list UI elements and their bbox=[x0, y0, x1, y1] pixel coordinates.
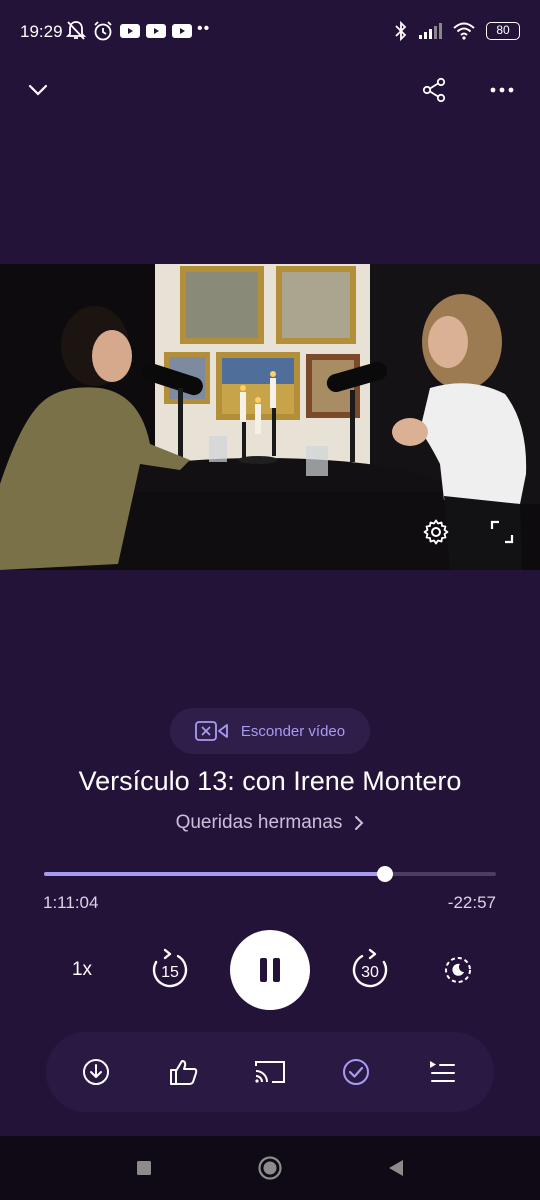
battery-indicator: 80 bbox=[486, 22, 520, 40]
progress-thumb[interactable] bbox=[377, 866, 394, 882]
wifi-icon bbox=[453, 22, 475, 40]
youtube-icon bbox=[146, 24, 166, 38]
recents-button[interactable] bbox=[128, 1152, 160, 1184]
more-horizontal-icon bbox=[490, 87, 514, 93]
cast-icon bbox=[255, 1061, 285, 1083]
speed-button[interactable]: 1x bbox=[56, 944, 108, 996]
hide-video-label: Esconder vídeo bbox=[240, 722, 346, 740]
playback-controls: 1x 15 30 bbox=[0, 928, 540, 1012]
back-button[interactable] bbox=[380, 1152, 412, 1184]
show-link[interactable]: Queridas hermanas bbox=[0, 812, 540, 834]
video-off-icon bbox=[194, 721, 228, 741]
remaining-time: -22:57 bbox=[447, 893, 496, 912]
sleep-timer-button[interactable] bbox=[432, 944, 484, 996]
status-bar: 19:29 •• 80 bbox=[0, 0, 540, 64]
like-icon bbox=[170, 1060, 198, 1085]
mark-played-button[interactable] bbox=[334, 1050, 378, 1094]
back-icon bbox=[389, 1160, 403, 1176]
signal-icon bbox=[419, 23, 442, 39]
fullscreen-icon bbox=[490, 520, 514, 544]
alarm-icon bbox=[94, 21, 112, 41]
show-name: Queridas hermanas bbox=[175, 812, 343, 833]
video-settings-button[interactable] bbox=[418, 514, 454, 550]
status-time: 19:29 bbox=[20, 22, 63, 41]
hide-video-button[interactable]: Esconder vídeo bbox=[170, 708, 370, 754]
queue-icon bbox=[430, 1061, 455, 1082]
share-button[interactable] bbox=[414, 70, 454, 110]
queue-button[interactable] bbox=[420, 1050, 464, 1094]
like-button[interactable] bbox=[162, 1050, 206, 1094]
bluetooth-icon bbox=[395, 20, 407, 42]
home-button[interactable] bbox=[254, 1152, 286, 1184]
episode-title: Versículo 13: con Irene Montero bbox=[78, 766, 462, 796]
elapsed-time: 1:11:04 bbox=[43, 893, 99, 912]
check-circle-icon bbox=[343, 1059, 369, 1085]
youtube-icon bbox=[172, 24, 192, 38]
forward-icon: 30 bbox=[352, 948, 388, 988]
cast-button[interactable] bbox=[248, 1050, 292, 1094]
progress-bar[interactable] bbox=[44, 866, 496, 882]
chevron-right-icon bbox=[355, 816, 364, 830]
more-options-button[interactable] bbox=[482, 70, 522, 110]
home-icon bbox=[258, 1156, 282, 1180]
rewind-seconds: 15 bbox=[161, 964, 179, 981]
rewind-icon: 15 bbox=[152, 948, 188, 988]
progress-fill bbox=[44, 872, 386, 876]
system-nav-bar bbox=[0, 1136, 540, 1200]
gear-icon bbox=[423, 519, 449, 545]
chevron-down-icon bbox=[28, 84, 48, 96]
speed-label: 1x bbox=[71, 959, 93, 980]
pause-icon bbox=[260, 958, 280, 982]
video-frame bbox=[0, 264, 540, 570]
player-top-bar bbox=[0, 64, 540, 116]
pause-button[interactable] bbox=[230, 930, 310, 1010]
recents-icon bbox=[137, 1161, 151, 1175]
forward-seconds: 30 bbox=[361, 964, 379, 981]
youtube-icon bbox=[120, 24, 140, 38]
share-icon bbox=[422, 77, 446, 103]
download-icon bbox=[83, 1059, 109, 1085]
forward-button[interactable]: 30 bbox=[344, 944, 396, 996]
mute-icon bbox=[66, 21, 86, 40]
collapse-button[interactable] bbox=[18, 70, 58, 110]
action-bar bbox=[46, 1032, 494, 1112]
fullscreen-button[interactable] bbox=[484, 514, 520, 550]
video-player[interactable] bbox=[0, 264, 540, 570]
more-notifications-icon: •• bbox=[197, 20, 211, 37]
download-button[interactable] bbox=[74, 1050, 118, 1094]
sleep-timer-icon bbox=[445, 957, 471, 983]
rewind-button[interactable]: 15 bbox=[144, 944, 196, 996]
